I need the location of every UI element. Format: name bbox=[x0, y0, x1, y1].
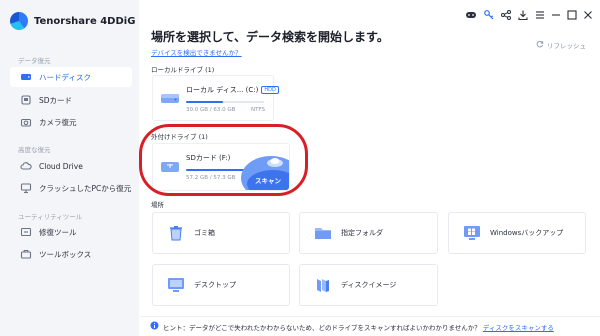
recycle-bin-icon bbox=[166, 223, 186, 243]
device-not-detected-link[interactable]: デバイスを検出できませんか？ bbox=[151, 47, 242, 57]
repair-icon bbox=[20, 226, 32, 238]
maximize-icon[interactable] bbox=[566, 9, 578, 21]
sidebar-item-toolbox[interactable]: ツールボックス bbox=[10, 244, 132, 264]
place-label: ディスクイメージ bbox=[341, 281, 397, 289]
cloud-icon bbox=[20, 160, 32, 172]
place-windows-backup[interactable]: Windowsバックアップ bbox=[448, 212, 586, 254]
hard-disk-icon bbox=[160, 86, 180, 110]
sidebar-item-label: ツールボックス bbox=[39, 249, 92, 259]
place-disk-image[interactable]: ディスクイメージ bbox=[299, 264, 438, 306]
refresh-icon bbox=[536, 40, 544, 50]
app-title: Tenorshare 4DDiG bbox=[34, 15, 136, 27]
share-icon[interactable] bbox=[500, 9, 512, 21]
places-label: 場所 bbox=[151, 201, 164, 209]
game-controller-icon[interactable] bbox=[465, 9, 477, 21]
section-header-utility-tools: ユーティリティツール bbox=[18, 213, 83, 221]
drive-size: 30.0 GB / 63.0 GB bbox=[186, 107, 236, 113]
sidebar: Tenorshare 4DDiG データ復元 ハードディスク SDカード カメラ… bbox=[0, 0, 139, 336]
place-label: ゴミ箱 bbox=[194, 229, 215, 237]
menu-icon[interactable] bbox=[534, 9, 546, 21]
info-icon bbox=[150, 321, 159, 332]
scan-disk-link[interactable]: ディスクをスキャンする bbox=[483, 322, 554, 332]
section-header-advanced-recovery: 高度な復元 bbox=[18, 146, 51, 154]
sidebar-item-label: カメラ復元 bbox=[39, 117, 77, 127]
sidebar-item-repair-tool[interactable]: 修復ツール bbox=[10, 222, 132, 242]
local-drives-label: ローカルドライブ (1) bbox=[151, 66, 215, 74]
sidebar-item-hard-disk[interactable]: ハードディスク bbox=[10, 67, 132, 87]
hdd-badge: HDD bbox=[261, 86, 279, 94]
refresh-label: リフレッシュ bbox=[547, 42, 586, 50]
download-icon[interactable] bbox=[517, 9, 529, 21]
place-label: 指定フォルダ bbox=[341, 229, 383, 237]
sidebar-item-crashed-pc[interactable]: クラッシュしたPCから復元 bbox=[10, 178, 132, 198]
sidebar-item-label: Cloud Drive bbox=[39, 161, 83, 171]
minimize-icon[interactable] bbox=[550, 9, 562, 21]
refresh-button[interactable]: リフレッシュ bbox=[536, 40, 586, 50]
hint-bar: ヒント：データがどこで失われたかわからないため、どのドライブをスキャンすればよい… bbox=[140, 316, 600, 336]
sidebar-item-sd-card[interactable]: SDカード bbox=[10, 90, 132, 110]
sd-card-icon bbox=[20, 94, 32, 106]
usage-bar-fill bbox=[186, 101, 224, 103]
toolbox-icon bbox=[20, 248, 32, 260]
usage-bar bbox=[186, 101, 264, 103]
disk-image-icon bbox=[313, 275, 333, 295]
windows-backup-icon bbox=[462, 223, 482, 243]
crashed-pc-icon bbox=[20, 182, 32, 194]
sidebar-item-cloud-drive[interactable]: Cloud Drive bbox=[10, 156, 132, 176]
place-specified-folder[interactable]: 指定フォルダ bbox=[299, 212, 438, 254]
key-icon[interactable] bbox=[483, 9, 495, 21]
desktop-icon bbox=[166, 275, 186, 295]
hint-text: ヒント：データがどこで失われたかわからないため、どのドライブをスキャンすればよい… bbox=[163, 323, 481, 332]
hard-disk-icon bbox=[20, 71, 32, 83]
sidebar-item-label: SDカード bbox=[39, 95, 73, 105]
app-logo: Tenorshare 4DDiG bbox=[10, 12, 135, 30]
file-system: NTFS bbox=[250, 107, 265, 113]
place-label: デスクトップ bbox=[194, 281, 236, 289]
sidebar-item-label: ハードディスク bbox=[39, 72, 91, 82]
camera-icon bbox=[20, 116, 32, 128]
sidebar-item-label: クラッシュしたPCから復元 bbox=[39, 183, 132, 193]
logo-icon bbox=[10, 12, 28, 30]
drive-name: ローカル ディス... (C:) HDD bbox=[186, 85, 279, 95]
sidebar-item-label: 修復ツール bbox=[39, 227, 77, 237]
close-icon[interactable] bbox=[582, 9, 594, 21]
section-header-data-recovery: データ復元 bbox=[18, 57, 51, 65]
local-drive-card[interactable]: ローカル ディス... (C:) HDD 30.0 GB / 63.0 GB NT… bbox=[152, 75, 279, 121]
page-title: 場所を選択して、データ検索を開始します。 bbox=[151, 30, 389, 44]
sidebar-item-camera-recovery[interactable]: カメラ復元 bbox=[10, 112, 132, 132]
place-label: Windowsバックアップ bbox=[490, 229, 564, 237]
folder-icon bbox=[313, 223, 333, 243]
place-desktop[interactable]: デスクトップ bbox=[152, 264, 290, 306]
highlight-circle bbox=[139, 124, 308, 196]
place-recycle-bin[interactable]: ゴミ箱 bbox=[152, 212, 290, 254]
